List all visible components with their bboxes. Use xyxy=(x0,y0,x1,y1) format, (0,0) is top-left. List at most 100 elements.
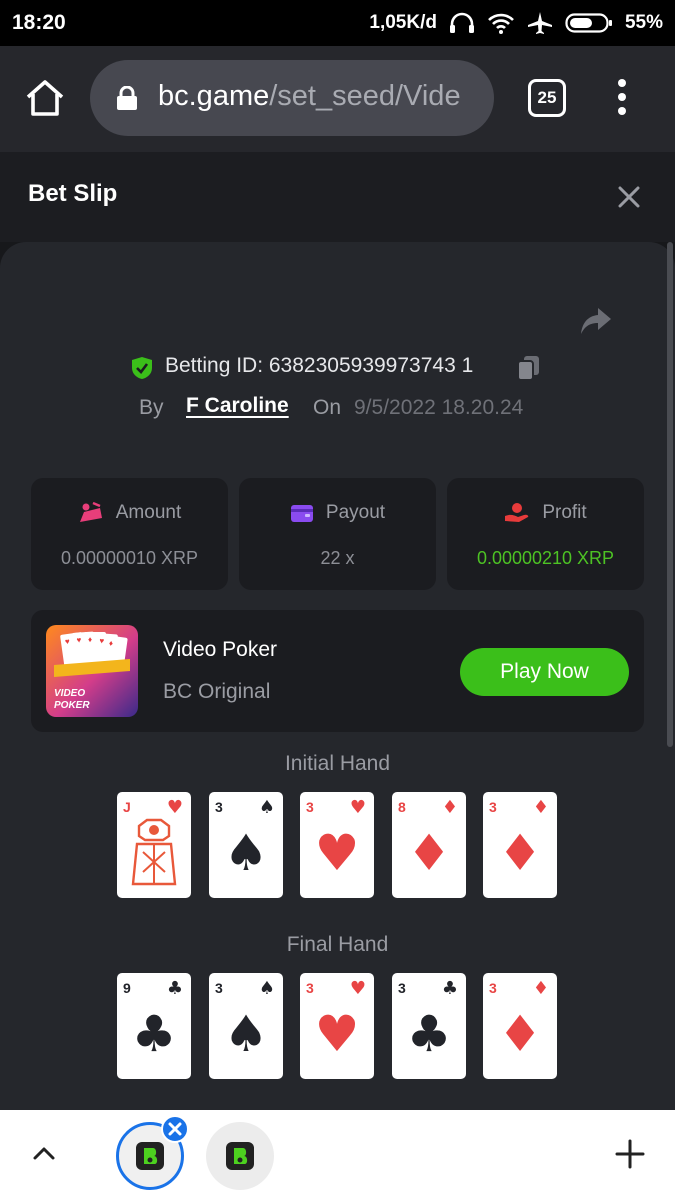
card-rank: 3 xyxy=(489,980,497,996)
card-rank: 3 xyxy=(215,980,223,996)
card-rank: 8 xyxy=(398,799,406,815)
svg-text:♥: ♥ xyxy=(99,636,105,645)
battery-percent: 55% xyxy=(624,12,663,33)
svg-text:♦: ♦ xyxy=(88,635,92,644)
active-tab-bubble[interactable] xyxy=(116,1115,189,1190)
by-label: By xyxy=(139,396,164,419)
profit-hand-icon xyxy=(505,503,529,522)
card-face: 3 ♣♣ xyxy=(398,978,458,1063)
game-card: ♥ ♥ ♦ ♥ ♦ VIDEO POKER Video Poker BC Ori… xyxy=(31,610,644,732)
address-bar[interactable]: bc.game/set_seed/Vide xyxy=(90,60,494,136)
heart-pip-icon: ♥ xyxy=(315,824,360,882)
playing-card: 9 ♣ ♣ xyxy=(117,973,191,1079)
betting-id: Betting ID: 6382305939973743 1 xyxy=(165,354,474,377)
game-name[interactable]: Video Poker xyxy=(163,638,277,662)
browser-bottom-bar xyxy=(0,1110,675,1200)
initial-hand-title: Initial Hand xyxy=(284,752,391,775)
profit-value: 0.00000210 XRP xyxy=(476,548,615,568)
headphones-icon xyxy=(449,12,474,33)
spade-icon: ♠ xyxy=(259,797,275,818)
amount-stat: Amount 0.00000010 XRP xyxy=(31,478,228,590)
card-face: 3 ♠♠ xyxy=(215,797,275,882)
url-text: bc.game/set_seed/Vide xyxy=(158,80,461,113)
bet-date: 9/5/2022 18.20.24 xyxy=(354,396,524,419)
lock-icon xyxy=(117,86,137,110)
new-tab-plus-icon[interactable] xyxy=(614,1138,646,1170)
shield-check-icon xyxy=(132,357,152,379)
card-face: 9 ♣♣ xyxy=(123,978,183,1063)
card-rank: 3 xyxy=(215,799,223,815)
wallet-icon xyxy=(290,505,313,522)
profit-stat: Profit 0.00000210 XRP xyxy=(447,478,644,590)
diamond-icon: ♦ xyxy=(533,797,549,818)
heart-icon: ♥ xyxy=(350,978,366,999)
bc-game-logo xyxy=(226,1142,254,1170)
profit-label: Profit xyxy=(542,502,587,523)
card-face: 3 ♦♦ xyxy=(489,797,549,882)
diamond-icon: ♦ xyxy=(442,797,458,818)
jack-figure xyxy=(131,818,177,886)
airplane-mode-icon xyxy=(527,12,552,34)
diamond-pip-icon: ♦ xyxy=(498,824,543,882)
close-tab-badge[interactable] xyxy=(161,1115,189,1143)
home-icon[interactable] xyxy=(24,78,66,118)
club-icon: ♣ xyxy=(167,978,183,999)
video-poker-thumbnail: ♥ ♥ ♦ ♥ ♦ VIDEO POKER xyxy=(46,625,138,717)
game-subtitle: BC Original xyxy=(163,680,271,703)
panel-scrollbar[interactable] xyxy=(667,242,673,747)
final-hand-title: Final Hand xyxy=(286,933,389,956)
bet-meta-row: By F Caroline On 9/5/2022 18.20.24 xyxy=(0,394,675,424)
playing-card: 3 ♥ ♥ xyxy=(300,973,374,1079)
network-speed: 1,05K/d xyxy=(369,12,437,33)
club-pip-icon: ♣ xyxy=(132,1005,177,1063)
chevron-up-icon[interactable] xyxy=(32,1142,56,1166)
playing-card: 3 ♠ ♠ xyxy=(209,973,283,1079)
card-rank: 3 xyxy=(306,799,314,815)
card-rank: 3 xyxy=(306,980,314,996)
card-rank: 9 xyxy=(123,980,131,996)
spade-pip-icon: ♠ xyxy=(224,824,269,882)
play-now-button[interactable]: Play Now xyxy=(460,648,629,696)
playing-card: 3 ♣ ♣ xyxy=(392,973,466,1079)
battery-icon xyxy=(565,13,612,33)
tab-bubble[interactable] xyxy=(206,1122,274,1190)
svg-text:VIDEO: VIDEO xyxy=(54,688,85,699)
club-icon: ♣ xyxy=(442,978,458,999)
status-time: 18:20 xyxy=(12,11,66,34)
playing-card: J ♥ xyxy=(117,792,191,898)
card-rank: 3 xyxy=(489,799,497,815)
playing-card: 3 ♥ ♥ xyxy=(300,792,374,898)
user-link[interactable]: F Caroline xyxy=(186,394,289,418)
card-face: 3 ♠♠ xyxy=(215,978,275,1063)
playing-card: 3 ♦ ♦ xyxy=(483,973,557,1079)
betting-id-row: Betting ID: 6382305939973743 1 xyxy=(0,352,675,384)
browser-toolbar: bc.game/set_seed/Vide 25 xyxy=(0,46,675,152)
url-host: bc.game xyxy=(158,80,270,112)
heart-icon: ♥ xyxy=(350,797,366,818)
amount-value: 0.00000010 XRP xyxy=(60,548,199,568)
playing-card: 3 ♠ ♠ xyxy=(209,792,283,898)
status-bar: 18:20 1,05K/d 55% xyxy=(0,0,675,46)
bet-slip-title: Bet Slip xyxy=(28,180,118,207)
svg-text:POKER: POKER xyxy=(54,700,90,711)
bet-slip-header: Bet Slip xyxy=(0,152,675,242)
diamond-pip-icon: ♦ xyxy=(498,1005,543,1063)
close-icon[interactable] xyxy=(616,184,642,210)
on-label: On xyxy=(313,396,342,419)
amount-label: Amount xyxy=(115,502,182,523)
card-face: 3 ♥♥ xyxy=(306,797,366,882)
wifi-icon xyxy=(488,13,514,34)
club-pip-icon: ♣ xyxy=(407,1005,452,1063)
card-rank: J xyxy=(123,799,131,815)
spade-icon: ♠ xyxy=(259,978,275,999)
diamond-icon: ♦ xyxy=(533,978,549,999)
amount-icon xyxy=(79,502,102,522)
status-icons: 1,05K/d 55% xyxy=(369,11,663,35)
diamond-pip-icon: ♦ xyxy=(407,824,452,882)
payout-stat: Payout 22 x xyxy=(239,478,436,590)
payout-value: 22 x xyxy=(320,548,355,568)
tab-switcher-button[interactable]: 25 xyxy=(528,79,566,117)
share-icon[interactable] xyxy=(580,306,612,336)
copy-icon[interactable] xyxy=(516,355,542,381)
browser-menu-icon[interactable] xyxy=(612,76,632,122)
